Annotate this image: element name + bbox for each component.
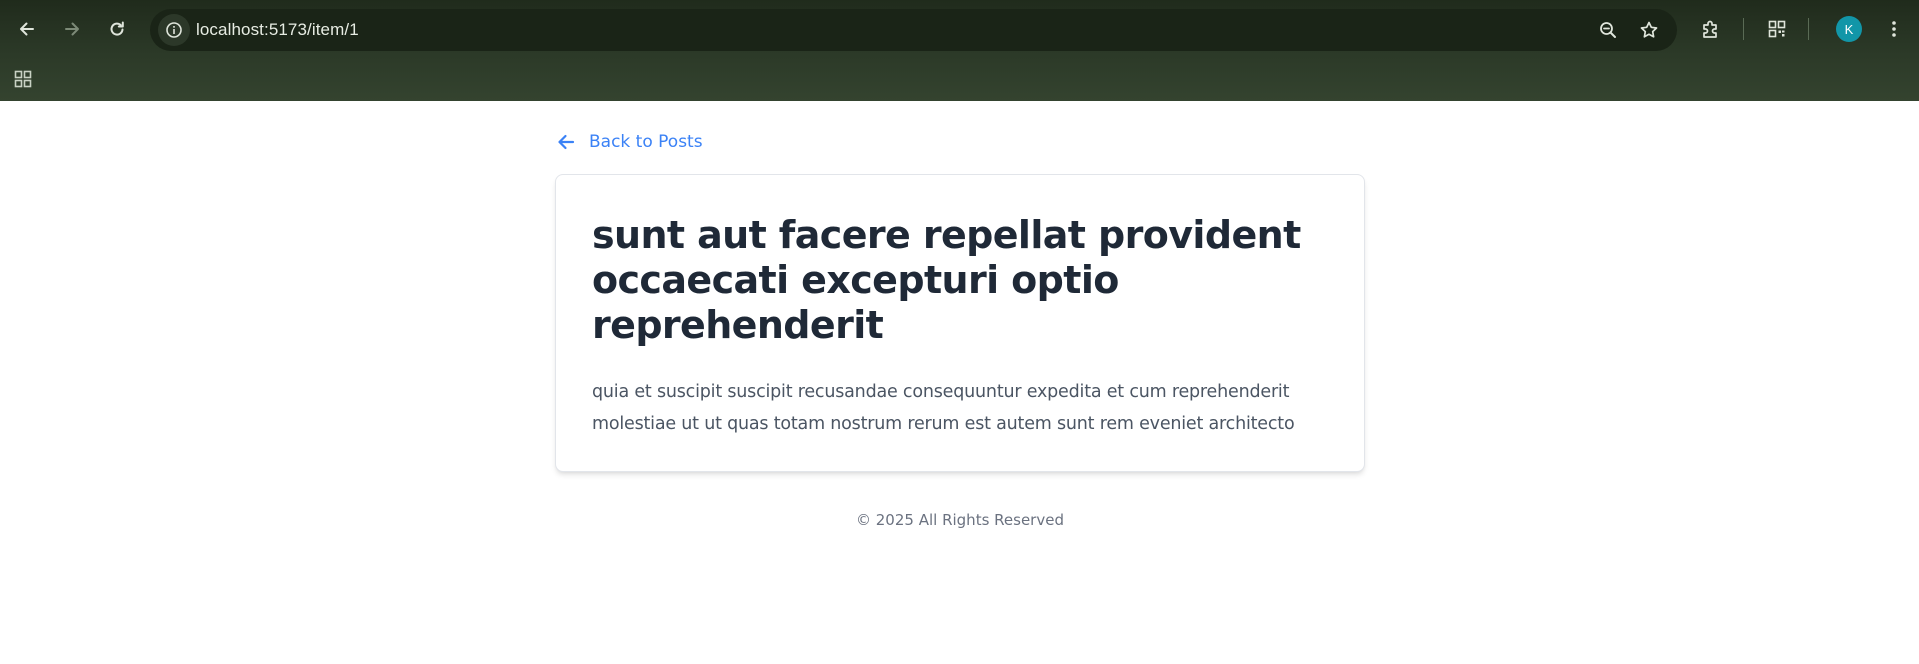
puzzle-icon — [1703, 20, 1717, 38]
browser-menu-button[interactable] — [1876, 11, 1912, 47]
extensions-button[interactable] — [1693, 11, 1729, 47]
arrow-right-icon — [65, 22, 79, 36]
apps-grid-icon — [14, 70, 32, 88]
arrow-left-icon — [20, 22, 34, 36]
zoom-button[interactable] — [1592, 14, 1624, 46]
back-button[interactable] — [9, 11, 45, 47]
forward-button[interactable] — [54, 11, 90, 47]
toolbar-divider — [1808, 18, 1809, 40]
footer-copyright: © 2025 All Rights Reserved — [856, 511, 1064, 529]
site-info-button[interactable] — [158, 14, 190, 46]
page-content: Back to Posts sunt aut facere repellat p… — [0, 101, 1919, 664]
post-title: sunt aut facere repellat provident occae… — [592, 213, 1301, 347]
apps-button[interactable] — [8, 64, 38, 94]
browser-chrome: localhost:5173/item/1 K — [0, 0, 1919, 101]
profile-avatar[interactable]: K — [1836, 16, 1862, 42]
post-body: quia et suscipit suscipit recusandae con… — [592, 382, 1295, 434]
kebab-menu-icon — [1892, 21, 1896, 37]
post-card: sunt aut facere repellat provident occae… — [555, 174, 1365, 472]
qr-code-button[interactable] — [1759, 11, 1795, 47]
bookmark-button[interactable] — [1633, 14, 1665, 46]
reload-icon — [110, 21, 124, 36]
back-link-label: Back to Posts — [589, 132, 703, 152]
back-to-posts-link[interactable]: Back to Posts — [555, 129, 703, 155]
bookmarks-bar — [0, 58, 1919, 101]
toolbar-divider — [1743, 18, 1744, 40]
info-icon — [166, 22, 182, 38]
star-icon — [1640, 21, 1658, 38]
url-text[interactable]: localhost:5173/item/1 — [196, 9, 359, 51]
zoom-out-icon — [1600, 22, 1616, 38]
reload-button[interactable] — [99, 11, 135, 47]
browser-toolbar: localhost:5173/item/1 K — [0, 0, 1919, 58]
arrow-left-icon — [558, 134, 575, 150]
address-bar[interactable]: localhost:5173/item/1 — [150, 9, 1677, 51]
qr-code-icon — [1768, 20, 1786, 38]
